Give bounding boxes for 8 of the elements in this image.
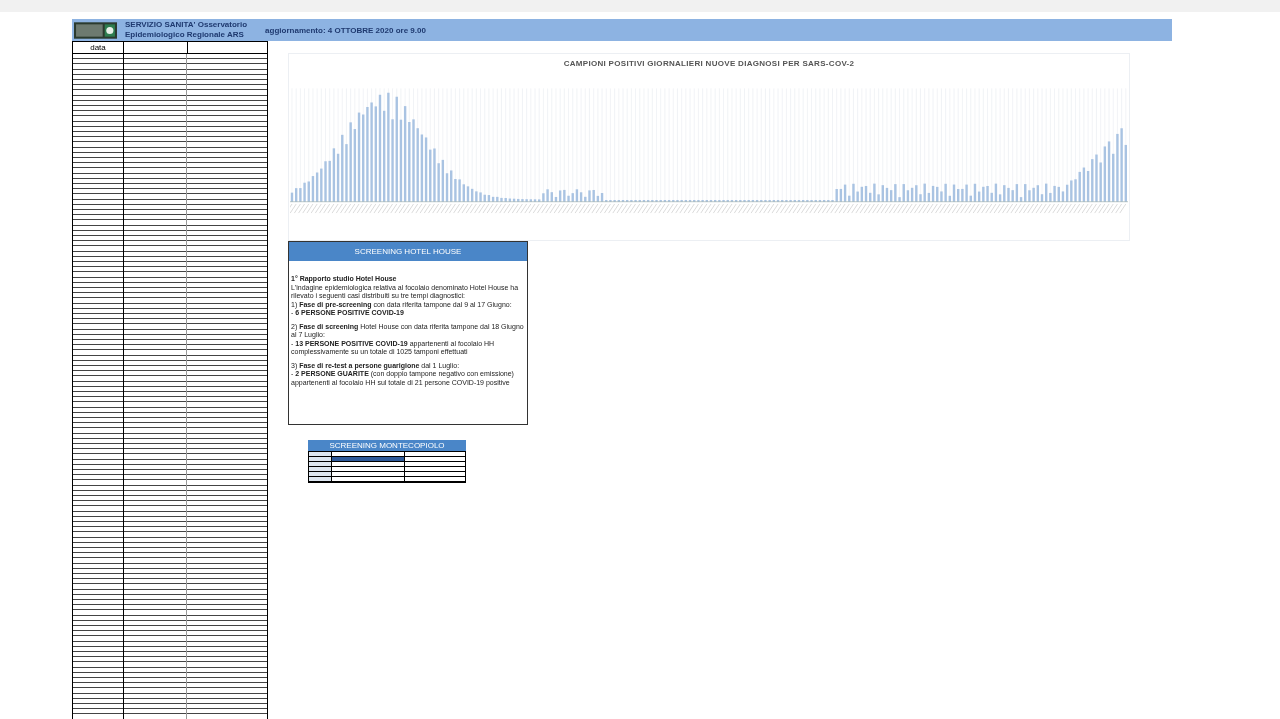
update-date: aggiornamento: 4 OTTOBRE 2020 ore 9.00 [265, 25, 426, 35]
panel-title: SCREENING HOTEL HOUSE [289, 242, 527, 261]
organization-name: SERVIZIO SANITA' Osservatorio [125, 20, 248, 30]
organization-name: Epidemiologico Regionale ARS [125, 30, 245, 40]
table-title: SCREENING MONTECOPIOLO [308, 440, 466, 451]
logo-icon [74, 21, 117, 39]
chart-title: CAMPIONI POSITIVI GIORNALIERI NUOVE DIAGNOSI PER SARS-COV-2 [563, 59, 855, 68]
column-header: data [73, 42, 124, 53]
